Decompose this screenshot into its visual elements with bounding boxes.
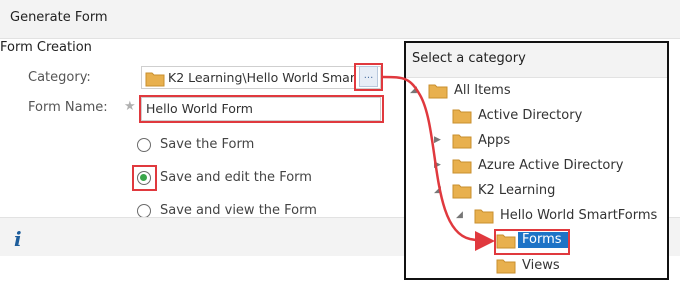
callout-arrow	[382, 75, 495, 251]
